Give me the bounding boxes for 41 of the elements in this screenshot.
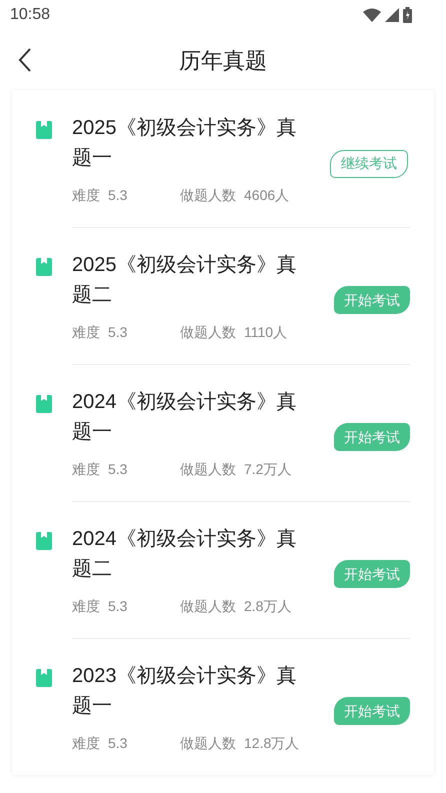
difficulty-value: 5.3 (108, 734, 128, 752)
exam-button[interactable]: 开始考试 (334, 560, 410, 588)
paper-title: 2023《初级会计实务》真题一 (72, 664, 298, 718)
status-time: 10:58 (10, 5, 50, 25)
takers-label: 做题人数 (180, 322, 236, 342)
book-icon (36, 394, 52, 412)
difficulty-value: 5.3 (108, 596, 128, 616)
difficulty-value: 5.3 (108, 186, 128, 205)
difficulty-value: 5.3 (108, 460, 128, 478)
exam-button[interactable]: 开始考试 (334, 697, 410, 725)
difficulty-label: 难度 (72, 460, 100, 478)
book-icon (36, 258, 52, 276)
book-icon (36, 532, 52, 550)
exam-button[interactable]: 开始考试 (334, 423, 410, 451)
back-icon[interactable] (18, 48, 32, 72)
difficulty-label: 难度 (72, 186, 100, 205)
battery-icon (403, 7, 412, 23)
exam-button[interactable]: 开始考试 (334, 286, 410, 314)
book-icon (36, 668, 52, 686)
takers-count: 1110人 (244, 322, 288, 342)
paper-title: 2024《初级会计实务》真题二 (72, 526, 298, 582)
takers-label: 做题人数 (180, 186, 236, 205)
takers-label: 做题人数 (180, 734, 236, 752)
exam-button[interactable]: 继续考试 (330, 150, 408, 178)
difficulty-label: 难度 (72, 596, 100, 616)
paper-title: 2024《初级会计实务》真题一 (72, 390, 298, 444)
paper-title: 2025《初级会计实务》真题二 (72, 252, 298, 308)
book-icon (36, 121, 52, 139)
takers-label: 做题人数 (180, 460, 236, 478)
takers-count: 2.8万人 (244, 596, 292, 616)
wifi-icon (363, 8, 381, 22)
takers-label: 做题人数 (180, 596, 236, 616)
difficulty-label: 难度 (72, 322, 100, 342)
takers-count: 12.8万人 (244, 734, 300, 752)
page-title: 历年真题 (179, 46, 267, 74)
signal-icon (385, 8, 399, 22)
takers-count: 7.2万人 (244, 460, 292, 478)
difficulty-label: 难度 (72, 734, 100, 752)
takers-count: 4606人 (244, 186, 290, 205)
difficulty-value: 5.3 (108, 322, 128, 342)
paper-title: 2025《初级会计实务》真题一 (72, 116, 298, 171)
